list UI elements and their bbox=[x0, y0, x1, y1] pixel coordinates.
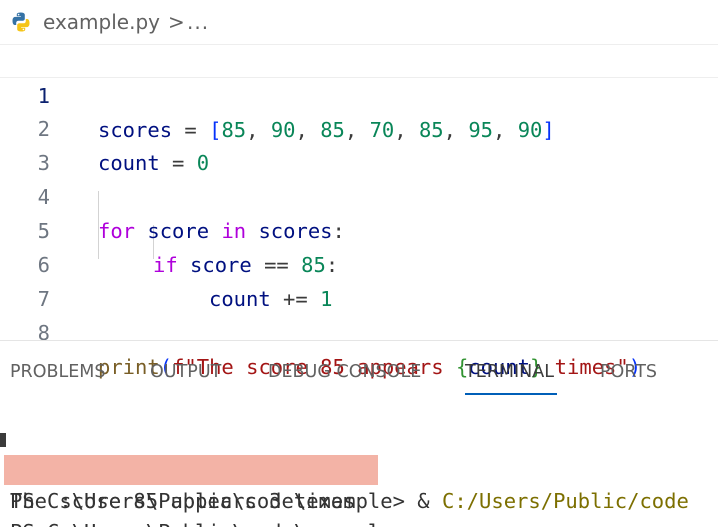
tab-ports[interactable]: PORTS bbox=[600, 362, 657, 382]
python-file-icon bbox=[12, 12, 30, 32]
terminal-line: PS C:\Users\Public\code\example> & C:/Us… bbox=[0, 424, 718, 513]
code-line[interactable]: 6 count += 1 bbox=[0, 214, 718, 311]
tab-debug-console[interactable]: DEBUG CONSOLE bbox=[268, 362, 421, 382]
line-number: 8 bbox=[37, 321, 50, 345]
code-line[interactable]: 5 if score == 85: bbox=[0, 180, 718, 277]
breadcrumb: example.py > ... bbox=[0, 0, 718, 44]
code-line[interactable]: 2 count = 0 bbox=[0, 78, 718, 175]
tab-problems[interactable]: PROBLEMS bbox=[10, 362, 106, 382]
terminal-line: PS C:\Users\Public\code\example> bbox=[0, 486, 718, 527]
tab-output[interactable]: OUTPUT bbox=[150, 362, 221, 382]
breadcrumb-file[interactable]: example.py bbox=[43, 10, 160, 34]
code-line[interactable]: 8 print(f"The score 85 appears {count} t… bbox=[0, 282, 718, 379]
code-line[interactable]: 1 scores = [85, 90, 85, 70, 85, 95, 90] bbox=[0, 44, 718, 142]
tab-terminal[interactable]: TERMINAL bbox=[465, 362, 554, 382]
code-line[interactable]: 3 bbox=[0, 112, 718, 175]
terminal-prompt: PS C:\Users\Public\code\example> bbox=[10, 517, 405, 527]
active-tab-indicator bbox=[465, 393, 557, 395]
code-line[interactable]: 7 bbox=[0, 248, 718, 311]
terminal-prompt-marker bbox=[0, 433, 6, 447]
code-line[interactable]: 4 for score in scores: bbox=[0, 146, 718, 243]
terminal-line: The score 85 appears 3 times bbox=[0, 455, 718, 513]
panel-tabs: PROBLEMS OUTPUT DEBUG CONSOLE TERMINAL P… bbox=[0, 356, 718, 396]
chevron-right-icon: > bbox=[168, 10, 185, 34]
panel-divider[interactable] bbox=[0, 340, 718, 341]
breadcrumb-more[interactable]: ... bbox=[187, 10, 209, 34]
code-editor[interactable]: 1 scores = [85, 90, 85, 70, 85, 95, 90] … bbox=[0, 44, 718, 379]
terminal[interactable]: PS C:\Users\Public\code\example> & C:/Us… bbox=[0, 424, 718, 527]
